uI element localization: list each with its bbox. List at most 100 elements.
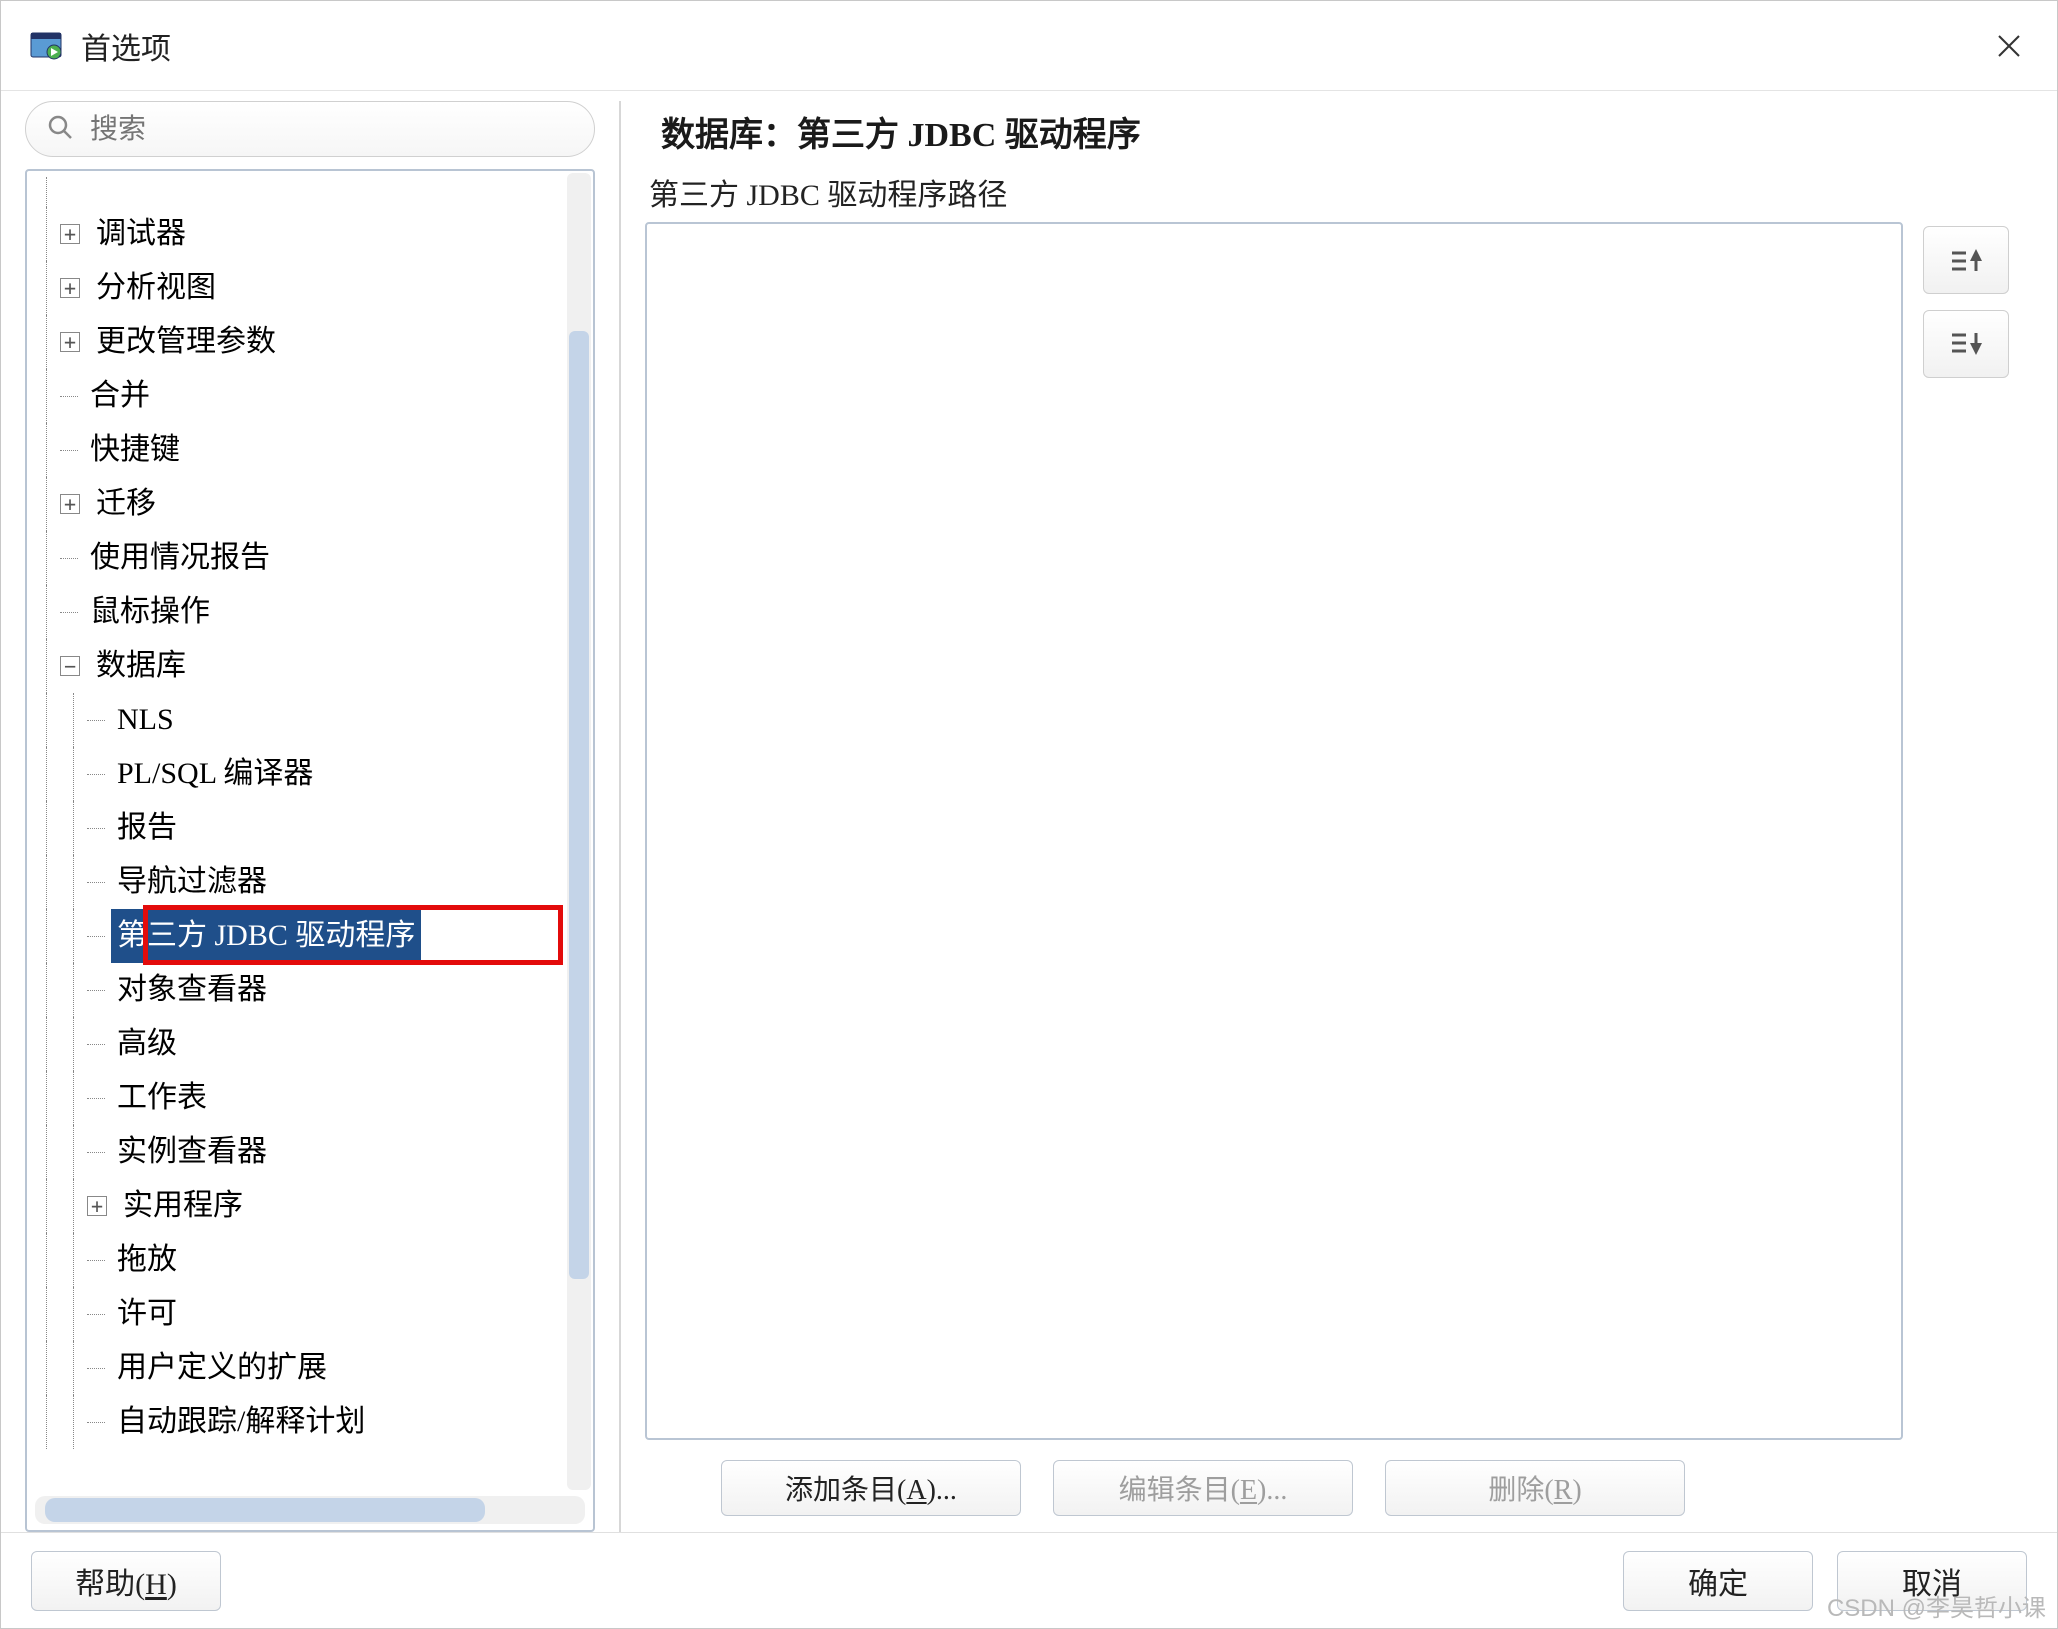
- dialog-footer: 帮助(H) 确定 取消: [1, 1532, 2057, 1628]
- jdbc-drivers-list[interactable]: [645, 222, 1903, 1440]
- edit-entry-button[interactable]: 编辑条目(E)...: [1053, 1460, 1353, 1516]
- preferences-tree: +调试器+分析视图+更改管理参数合并快捷键+迁移使用情况报告鼠标操作−数据库NL…: [25, 169, 595, 1532]
- expand-toggle-icon[interactable]: +: [60, 224, 80, 244]
- help-label: 帮助(H): [75, 1559, 177, 1603]
- tree-item[interactable]: 实例查看器: [33, 1125, 565, 1179]
- tree-branch-icon: [87, 1152, 105, 1153]
- expand-toggle-icon[interactable]: +: [60, 278, 80, 298]
- tree-branch-icon: [87, 1314, 105, 1315]
- scrollbar-thumb[interactable]: [45, 1498, 485, 1522]
- tree-item-label: PL/SQL 编译器: [111, 747, 319, 801]
- tree-item[interactable]: + 迁移: [33, 477, 565, 531]
- tree-item[interactable]: + 实用程序: [33, 1179, 565, 1233]
- tree-item-label: 自动跟踪/解释计划: [111, 1395, 371, 1449]
- tree-item[interactable]: 对象查看器: [33, 963, 565, 1017]
- tree-branch-icon: [87, 1260, 105, 1261]
- right-panel: 数据库：第三方 JDBC 驱动程序 第三方 JDBC 驱动程序路径: [645, 101, 2033, 1532]
- tree-item-label: NLS: [111, 693, 180, 747]
- tree-item[interactable]: 高级: [33, 1017, 565, 1071]
- tree-branch-icon: [60, 450, 78, 451]
- tree-item[interactable]: + 更改管理参数: [33, 315, 565, 369]
- tree-branch-icon: [60, 612, 78, 613]
- tree-item[interactable]: 第三方 JDBC 驱动程序: [33, 909, 565, 963]
- tree-viewport[interactable]: +调试器+分析视图+更改管理参数合并快捷键+迁移使用情况报告鼠标操作−数据库NL…: [27, 171, 593, 1492]
- help-button[interactable]: 帮助(H): [31, 1551, 221, 1611]
- tree-item-label: 分析视图: [90, 261, 222, 315]
- titlebar: 首选项: [1, 1, 2057, 91]
- tree-item[interactable]: 快捷键: [33, 423, 565, 477]
- section-title: 数据库：第三方 JDBC 驱动程序: [645, 101, 2033, 170]
- tree-item[interactable]: NLS: [33, 693, 565, 747]
- tree-branch-icon: [60, 396, 78, 397]
- collapse-toggle-icon[interactable]: −: [60, 656, 80, 676]
- tree-branch-icon: [87, 990, 105, 991]
- tree-item[interactable]: 用户定义的扩展: [33, 1341, 565, 1395]
- scrollbar-thumb[interactable]: [569, 331, 589, 1279]
- tree-branch-icon: [87, 936, 105, 937]
- left-panel: +调试器+分析视图+更改管理参数合并快捷键+迁移使用情况报告鼠标操作−数据库NL…: [25, 101, 595, 1532]
- tree-item-label: 用户定义的扩展: [111, 1341, 333, 1395]
- tree-item-label: 许可: [111, 1287, 183, 1341]
- search-icon: [46, 113, 74, 146]
- add-entry-label: 添加条目(A)...: [785, 1468, 957, 1508]
- tree-item[interactable]: 报告: [33, 801, 565, 855]
- search-box[interactable]: [25, 101, 595, 157]
- tree-vertical-scrollbar[interactable]: [567, 173, 591, 1490]
- tree-item[interactable]: + 调试器: [33, 207, 565, 261]
- tree-item-label: 报告: [111, 801, 183, 855]
- tree-item-label: 调试器: [90, 207, 192, 261]
- tree-item-label: 快捷键: [84, 423, 186, 477]
- tree-item[interactable]: 许可: [33, 1287, 565, 1341]
- dialog-body: +调试器+分析视图+更改管理参数合并快捷键+迁移使用情况报告鼠标操作−数据库NL…: [1, 91, 2057, 1532]
- tree-item-label: 合并: [84, 369, 156, 423]
- tree-branch-icon: [87, 720, 105, 721]
- tree-item-label: 第三方 JDBC 驱动程序: [111, 909, 421, 963]
- cancel-button[interactable]: 取消: [1837, 1551, 2027, 1611]
- window-title: 首选项: [81, 24, 171, 68]
- tree-item-label: 拖放: [111, 1233, 183, 1287]
- vertical-divider: [619, 101, 621, 1532]
- section-subtitle: 第三方 JDBC 驱动程序路径: [645, 170, 2033, 222]
- right-main: [645, 222, 2033, 1440]
- reorder-buttons: [1923, 222, 2033, 1440]
- expand-toggle-icon[interactable]: +: [60, 494, 80, 514]
- tree-branch-icon: [87, 1368, 105, 1369]
- expand-toggle-icon[interactable]: +: [87, 1196, 107, 1216]
- tree-item[interactable]: 使用情况报告: [33, 531, 565, 585]
- tree-item-label: 对象查看器: [111, 963, 273, 1017]
- tree-branch-icon: [87, 882, 105, 883]
- add-entry-button[interactable]: 添加条目(A)...: [721, 1460, 1021, 1516]
- ok-button[interactable]: 确定: [1623, 1551, 1813, 1611]
- move-down-button[interactable]: [1923, 310, 2009, 378]
- tree-horizontal-scrollbar[interactable]: [35, 1496, 585, 1524]
- tree-branch-icon: [87, 1098, 105, 1099]
- delete-entry-label: 删除(R): [1488, 1468, 1581, 1508]
- tree-item-label: 实用程序: [117, 1179, 249, 1233]
- tree-item-partial[interactable]: [33, 177, 565, 207]
- close-button[interactable]: [1979, 16, 2039, 76]
- preferences-window: 首选项 +调: [0, 0, 2058, 1629]
- tree-item[interactable]: 鼠标操作: [33, 585, 565, 639]
- tree-item[interactable]: + 分析视图: [33, 261, 565, 315]
- tree-item[interactable]: 自动跟踪/解释计划: [33, 1395, 565, 1449]
- tree-item-label: 更改管理参数: [90, 315, 282, 369]
- tree-branch-icon: [87, 1044, 105, 1045]
- tree-item-label: 鼠标操作: [84, 585, 216, 639]
- edit-entry-label: 编辑条目(E)...: [1119, 1468, 1288, 1508]
- move-up-button[interactable]: [1923, 226, 2009, 294]
- tree-branch-icon: [87, 828, 105, 829]
- tree-branch-icon: [87, 774, 105, 775]
- tree-item[interactable]: PL/SQL 编译器: [33, 747, 565, 801]
- tree-item-label: 工作表: [111, 1071, 213, 1125]
- search-input[interactable]: [88, 112, 574, 146]
- tree-item[interactable]: −数据库: [33, 639, 565, 693]
- preferences-app-icon: [29, 29, 63, 63]
- expand-toggle-icon[interactable]: +: [60, 332, 80, 352]
- tree-item[interactable]: 合并: [33, 369, 565, 423]
- entry-buttons: 添加条目(A)... 编辑条目(E)... 删除(R): [645, 1440, 2033, 1532]
- tree-item[interactable]: 导航过滤器: [33, 855, 565, 909]
- tree-item-label: 迁移: [90, 477, 162, 531]
- delete-entry-button[interactable]: 删除(R): [1385, 1460, 1685, 1516]
- tree-item[interactable]: 工作表: [33, 1071, 565, 1125]
- tree-item[interactable]: 拖放: [33, 1233, 565, 1287]
